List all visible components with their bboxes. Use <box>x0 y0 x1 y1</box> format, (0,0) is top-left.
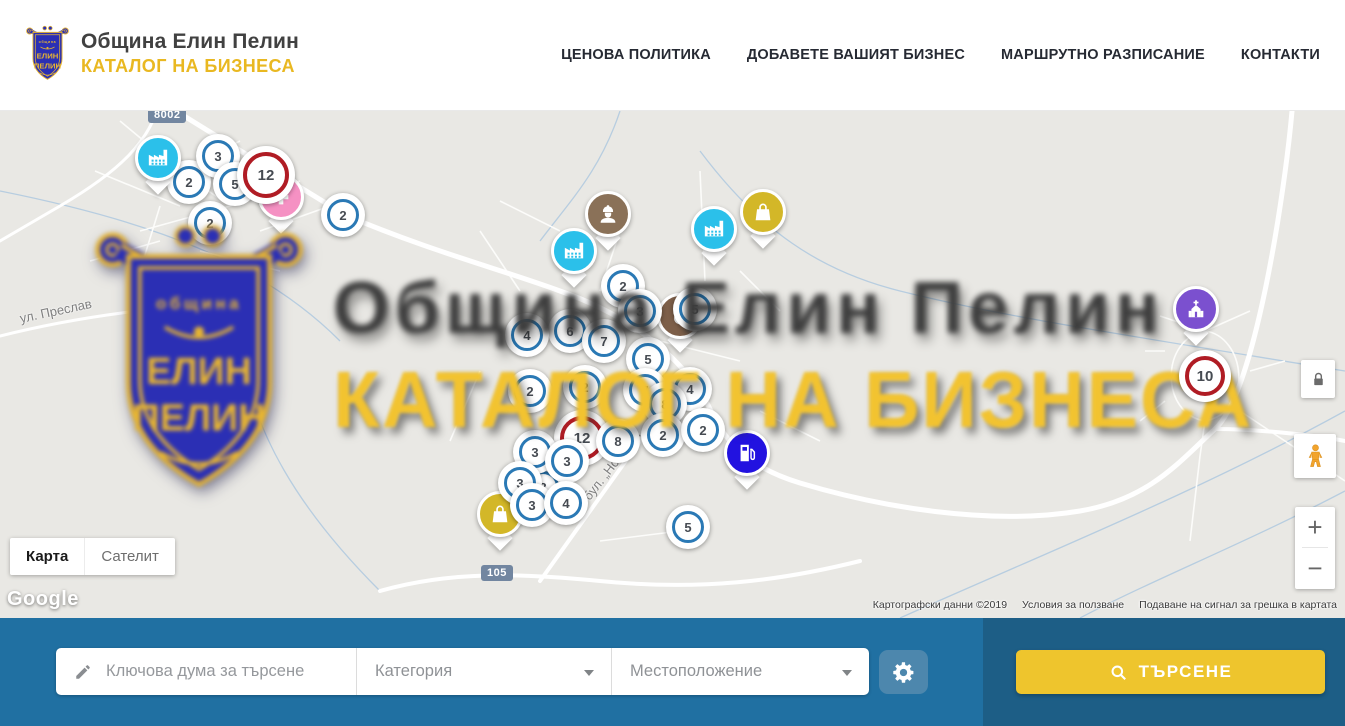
logo-text: Община Елин Пелин КАТАЛОГ НА БИЗНЕСА <box>81 30 299 76</box>
worker-icon <box>585 191 631 237</box>
cluster-count: 2 <box>173 166 205 198</box>
attribution-report-error-link[interactable]: Подаване на сигнал за грешка в картата <box>1139 599 1337 611</box>
cluster-marker[interactable]: 3 <box>545 439 589 483</box>
site-subtitle: КАТАЛОГ НА БИЗНЕСА <box>81 56 299 77</box>
cluster-marker[interactable]: 10 <box>1179 350 1231 402</box>
cluster-count: 4 <box>511 319 543 351</box>
factory-icon <box>691 206 737 252</box>
cluster-count: 2 <box>569 371 601 403</box>
cluster-marker[interactable]: 2 <box>563 365 607 409</box>
cluster-marker[interactable]: 4 <box>505 313 549 357</box>
map-type-control: Карта Сателит <box>10 538 175 575</box>
cluster-count: 7 <box>588 325 620 357</box>
cluster-count: 8 <box>602 425 634 457</box>
advanced-search-gear-button[interactable] <box>879 650 928 694</box>
map-attribution: Картографски данни ©2019 Условия за полз… <box>873 599 1337 611</box>
cluster-marker[interactable]: 7 <box>582 319 626 363</box>
road-number-badge: 8002 <box>148 111 186 123</box>
search-bar: Категория Местоположение ТЪРСЕНЕ <box>0 618 1345 726</box>
location-select[interactable]: Местоположение <box>612 648 869 695</box>
zoom-in-button[interactable]: + <box>1295 507 1335 547</box>
search-fields: Категория Местоположение <box>56 648 869 695</box>
map-lock-button[interactable] <box>1301 360 1335 398</box>
cluster-count: 2 <box>327 199 359 231</box>
header: Община Елин Пелин КАТАЛОГ НА БИЗНЕСА ЦЕН… <box>0 0 1345 111</box>
bag-icon <box>740 189 786 235</box>
attribution-copyright: Картографски данни ©2019 <box>873 599 1007 611</box>
attribution-terms-link[interactable]: Условия за ползване <box>1022 599 1124 611</box>
search-button[interactable]: ТЪРСЕНЕ <box>1016 650 1325 694</box>
cluster-marker[interactable]: 2 <box>681 408 725 452</box>
cluster-marker[interactable]: 3 <box>618 289 662 333</box>
cluster-marker[interactable]: 5 <box>666 505 710 549</box>
pencil-icon <box>74 663 92 681</box>
chevron-down-icon <box>584 670 594 676</box>
keyword-field-wrap <box>56 648 357 695</box>
nav-add-your-business[interactable]: ДОБАВЕТЕ ВАШИЯТ БИЗНЕС <box>747 47 965 63</box>
cluster-count: 10 <box>1185 356 1225 396</box>
search-button-panel: ТЪРСЕНЕ <box>983 618 1345 726</box>
nav-pricing-policy[interactable]: ЦЕНОВА ПОЛИТИКА <box>561 47 711 63</box>
cluster-count: 3 <box>624 295 656 327</box>
cluster-count: 12 <box>243 152 289 198</box>
cluster-count: 4 <box>550 487 582 519</box>
gear-icon <box>891 660 916 685</box>
factory-icon <box>551 228 597 274</box>
factory-icon <box>135 135 181 181</box>
zoom-control: + − <box>1295 507 1335 589</box>
cluster-marker[interactable]: 2 <box>508 369 552 413</box>
map-type-satellite-button[interactable]: Сателит <box>84 538 175 575</box>
site-title: Община Елин Пелин <box>81 30 299 53</box>
cluster-count: 2 <box>687 414 719 446</box>
search-button-label: ТЪРСЕНЕ <box>1139 662 1233 682</box>
search-icon <box>1109 663 1128 682</box>
site-logo[interactable]: Община Елин Пелин КАТАЛОГ НА БИЗНЕСА <box>24 23 299 84</box>
cluster-count: 5 <box>679 293 711 325</box>
road-number-badge: 105 <box>481 565 513 581</box>
keyword-search-input[interactable] <box>104 661 338 682</box>
municipality-crest-icon <box>24 23 71 84</box>
google-logo[interactable]: Google <box>7 588 79 611</box>
fuel-icon <box>724 430 770 476</box>
pegman-icon <box>1302 443 1329 470</box>
cluster-count: 2 <box>514 375 546 407</box>
cluster-marker[interactable]: 5 <box>673 287 717 331</box>
cluster-marker[interactable]: 2 <box>188 201 232 245</box>
cluster-count: 2 <box>194 207 226 239</box>
cluster-count: 3 <box>551 445 583 477</box>
location-select-label: Местоположение <box>630 662 762 681</box>
map[interactable]: 8002105ул. Преславбул. „Новосел 23512222… <box>0 111 1345 618</box>
zoom-out-button[interactable]: − <box>1295 548 1335 588</box>
chevron-down-icon <box>842 670 852 676</box>
street-view-pegman-button[interactable] <box>1294 434 1336 478</box>
nav-route-schedule[interactable]: МАРШРУТНО РАЗПИСАНИЕ <box>1001 47 1205 63</box>
map-type-map-button[interactable]: Карта <box>10 538 84 575</box>
cluster-count: 2 <box>647 419 679 451</box>
category-select-label: Категория <box>375 662 452 681</box>
cluster-marker[interactable]: 4 <box>544 481 588 525</box>
cluster-marker[interactable]: 2 <box>321 193 365 237</box>
cluster-marker[interactable]: 8 <box>596 419 640 463</box>
main-nav: ЦЕНОВА ПОЛИТИКА ДОБАВЕТЕ ВАШИЯТ БИЗНЕС М… <box>561 0 1320 110</box>
nav-contacts[interactable]: КОНТАКТИ <box>1241 47 1320 63</box>
cluster-marker[interactable]: 2 <box>641 413 685 457</box>
church-icon <box>1173 286 1219 332</box>
cluster-marker[interactable]: 12 <box>237 146 295 204</box>
cluster-count: 5 <box>672 511 704 543</box>
lock-icon <box>1310 371 1327 388</box>
category-select[interactable]: Категория <box>357 648 612 695</box>
